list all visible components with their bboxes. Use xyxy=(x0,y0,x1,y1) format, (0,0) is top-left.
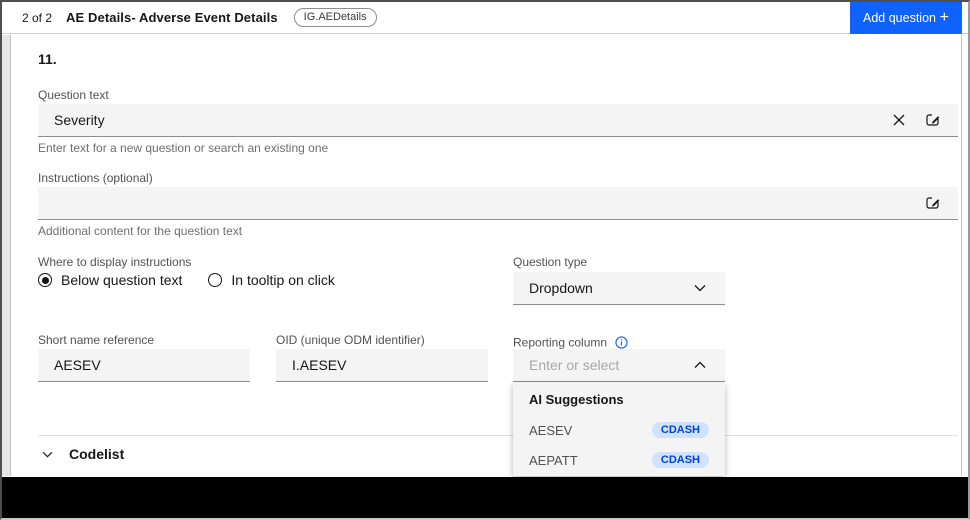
cdash-tag: CDASH xyxy=(651,452,709,468)
question-number: 11. xyxy=(38,51,57,67)
dropdown-option-aesev[interactable]: AESEV CDASH xyxy=(513,415,725,445)
radio-label: In tooltip on click xyxy=(231,272,335,288)
plus-icon: + xyxy=(939,8,949,26)
question-text-helper: Enter text for a new question or search … xyxy=(38,141,329,155)
short-name-input[interactable]: AESEV xyxy=(38,349,250,382)
add-question-label: Add question xyxy=(863,10,936,25)
codelist-label: Codelist xyxy=(69,446,125,462)
reporting-column-dropdown-panel: AI Suggestions AESEV CDASH AEPATT CDASH xyxy=(513,383,725,476)
bottom-bar xyxy=(2,477,968,518)
section-divider xyxy=(38,435,958,436)
radio-unselected-icon xyxy=(208,273,223,287)
instructions-helper: Additional content for the question text xyxy=(38,224,243,238)
question-type-label: Question type xyxy=(513,255,588,269)
ai-suggestions-group-label: AI Suggestions xyxy=(529,391,624,407)
short-name-value: AESEV xyxy=(54,357,101,373)
chevron-up-icon[interactable] xyxy=(691,356,709,374)
chevron-down-icon xyxy=(691,279,709,297)
question-editor-card: 11. Question text Severity Enter text fo… xyxy=(12,35,962,476)
add-question-button[interactable]: Add question + xyxy=(850,2,962,34)
app-window: 2 of 2 AE Details- Adverse Event Details… xyxy=(0,0,970,520)
instructions-label: Instructions (optional) xyxy=(38,171,153,185)
page-indicator: 2 of 2 xyxy=(22,10,53,25)
question-type-value: Dropdown xyxy=(529,280,593,296)
edit-note-icon[interactable] xyxy=(924,194,942,212)
option-label: AEPATT xyxy=(529,452,578,468)
dropdown-option-aepatt[interactable]: AEPATT CDASH xyxy=(513,445,725,475)
section-header: 2 of 2 AE Details- Adverse Event Details… xyxy=(2,2,968,34)
short-name-label: Short name reference xyxy=(38,333,155,347)
clear-icon[interactable] xyxy=(890,111,908,129)
oid-input[interactable]: I.AESEV xyxy=(276,349,488,382)
question-text-input[interactable]: Severity xyxy=(38,104,958,137)
reporting-column-combobox[interactable]: Enter or select xyxy=(513,349,725,382)
option-label: AESEV xyxy=(529,422,573,438)
edit-note-icon[interactable] xyxy=(924,111,942,129)
reporting-column-placeholder: Enter or select xyxy=(529,357,620,373)
radio-in-tooltip[interactable]: In tooltip on click xyxy=(208,272,335,288)
cdash-tag: CDASH xyxy=(651,422,709,438)
radio-label: Below question text xyxy=(61,272,183,288)
question-type-dropdown[interactable]: Dropdown xyxy=(513,272,725,305)
display-instructions-label: Where to display instructions xyxy=(38,255,192,269)
display-instructions-radios: Below question text In tooltip on click xyxy=(38,272,335,288)
chevron-down-icon xyxy=(38,445,56,463)
oid-value: I.AESEV xyxy=(292,357,347,373)
main-content: 11. Question text Severity Enter text fo… xyxy=(2,35,968,476)
question-text-value: Severity xyxy=(54,112,105,128)
radio-selected-icon xyxy=(38,273,52,287)
codelist-section-toggle[interactable]: Codelist xyxy=(38,445,124,463)
radio-below-question-text[interactable]: Below question text xyxy=(38,272,182,288)
left-gutter xyxy=(2,35,11,476)
ig-tag: IG.AEDetails xyxy=(293,7,377,28)
reporting-column-label-text: Reporting column xyxy=(513,335,608,350)
oid-label: OID (unique ODM identifier) xyxy=(276,333,425,347)
question-text-label: Question text xyxy=(38,88,109,102)
page-title: AE Details- Adverse Event Details xyxy=(66,10,278,25)
instructions-input[interactable] xyxy=(38,187,958,220)
